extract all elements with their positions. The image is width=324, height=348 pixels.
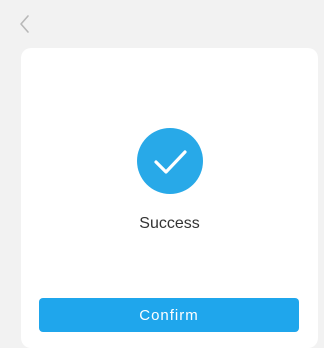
chevron-left-icon xyxy=(20,15,29,33)
result-card: Success Confirm xyxy=(21,48,318,348)
confirm-button[interactable]: Confirm xyxy=(39,298,299,332)
success-message: Success xyxy=(139,215,200,232)
back-button[interactable] xyxy=(14,12,38,36)
success-badge xyxy=(137,128,203,194)
checkmark-icon xyxy=(154,150,187,174)
